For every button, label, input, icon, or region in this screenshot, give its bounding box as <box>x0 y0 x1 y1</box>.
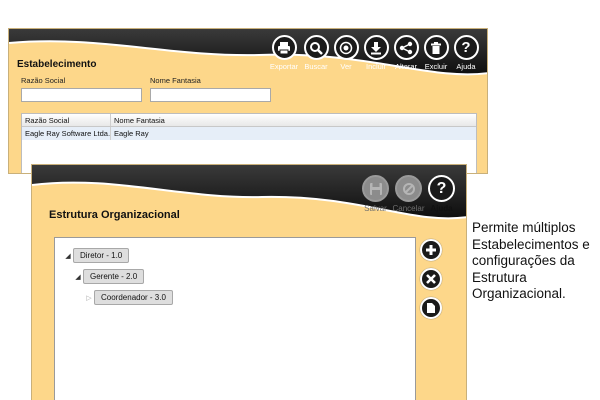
razao-social-label: Razão Social <box>21 76 66 85</box>
close-icon <box>426 274 436 284</box>
export-label: Exportar <box>269 62 299 71</box>
save-icon <box>362 175 389 202</box>
search-icon <box>303 35 329 60</box>
tree-node-coordenador[interactable]: ▷ Coordenador - 3.0 <box>84 290 173 305</box>
tree-node-label: Diretor - 1.0 <box>73 248 130 263</box>
save-label: Salvar <box>364 204 387 213</box>
help-label: Ajuda <box>430 204 453 213</box>
org-structure-window: Estrutura Organizacional Salvar Cancelar… <box>31 164 467 400</box>
expanded-arrow-icon[interactable]: ◢ <box>63 252 73 260</box>
window-title: Estabelecimento <box>17 59 97 70</box>
table-row[interactable]: Eagle Ray Software Ltda. Eagle Ray <box>22 127 476 140</box>
tree-node-label: Gerente - 2.0 <box>83 269 145 284</box>
column-header-razao-social[interactable]: Razão Social <box>22 114 111 126</box>
view-button[interactable]: Ver <box>331 35 361 71</box>
grid-header: Razão Social Nome Fantasia <box>22 114 476 127</box>
help-icon: ? <box>453 35 479 60</box>
establishment-toolbar: Exportar Buscar Ver Incluir Alterar Excl… <box>267 35 481 71</box>
delete-label: Excluir <box>424 62 448 71</box>
caption-text: Permite múltiplos Estabelecimentos e con… <box>472 220 590 301</box>
download-icon <box>363 35 389 60</box>
help-label: Ajuda <box>456 62 476 71</box>
share-icon <box>393 35 419 60</box>
trash-icon <box>423 35 449 60</box>
razao-social-input[interactable] <box>21 88 142 102</box>
help-button[interactable]: ? Ajuda <box>425 175 458 213</box>
search-button[interactable]: Buscar <box>301 35 331 71</box>
export-button[interactable]: Exportar <box>267 35 301 71</box>
expanded-arrow-icon[interactable]: ◢ <box>73 273 83 281</box>
cancel-label: Cancelar <box>392 204 425 213</box>
delete-button[interactable]: Excluir <box>421 35 451 71</box>
include-label: Incluir <box>365 62 386 71</box>
search-label: Buscar <box>304 62 328 71</box>
remove-node-button[interactable] <box>420 268 442 290</box>
cell-razao-social: Eagle Ray Software Ltda. <box>22 127 111 140</box>
collapsed-arrow-icon[interactable]: ▷ <box>84 294 94 302</box>
edit-label: Alterar <box>394 62 418 71</box>
add-node-button[interactable] <box>420 239 442 261</box>
edit-button[interactable]: Alterar <box>391 35 421 71</box>
help-button[interactable]: ? Ajuda <box>451 35 481 71</box>
printer-icon <box>271 35 297 60</box>
nome-fantasia-input[interactable] <box>150 88 271 102</box>
establishment-window: Estabelecimento Exportar Buscar Ver Incl… <box>8 28 488 174</box>
plus-icon <box>426 245 436 255</box>
help-icon: ? <box>428 175 455 202</box>
tree-node-diretor[interactable]: ◢ Diretor - 1.0 <box>63 248 130 263</box>
edit-node-button[interactable] <box>420 297 442 319</box>
column-header-nome-fantasia[interactable]: Nome Fantasia <box>111 114 476 126</box>
org-tree-panel: ◢ Diretor - 1.0 ◢ Gerente - 2.0 ▷ Coorde… <box>54 237 416 400</box>
cancel-icon <box>395 175 422 202</box>
eye-icon <box>333 35 359 60</box>
cell-nome-fantasia: Eagle Ray <box>114 129 149 138</box>
org-toolbar: Salvar Cancelar ? Ajuda <box>359 175 458 213</box>
include-button[interactable]: Incluir <box>361 35 391 71</box>
window-title: Estrutura Organizacional <box>49 209 180 221</box>
tree-actions <box>420 239 442 319</box>
cancel-button[interactable]: Cancelar <box>392 175 425 213</box>
document-icon <box>427 303 435 313</box>
nome-fantasia-label: Nome Fantasia <box>150 76 201 85</box>
view-label: Ver <box>340 62 352 71</box>
save-button[interactable]: Salvar <box>359 175 392 213</box>
tree-node-gerente[interactable]: ◢ Gerente - 2.0 <box>73 269 145 284</box>
tree-node-label: Coordenador - 3.0 <box>94 290 173 305</box>
